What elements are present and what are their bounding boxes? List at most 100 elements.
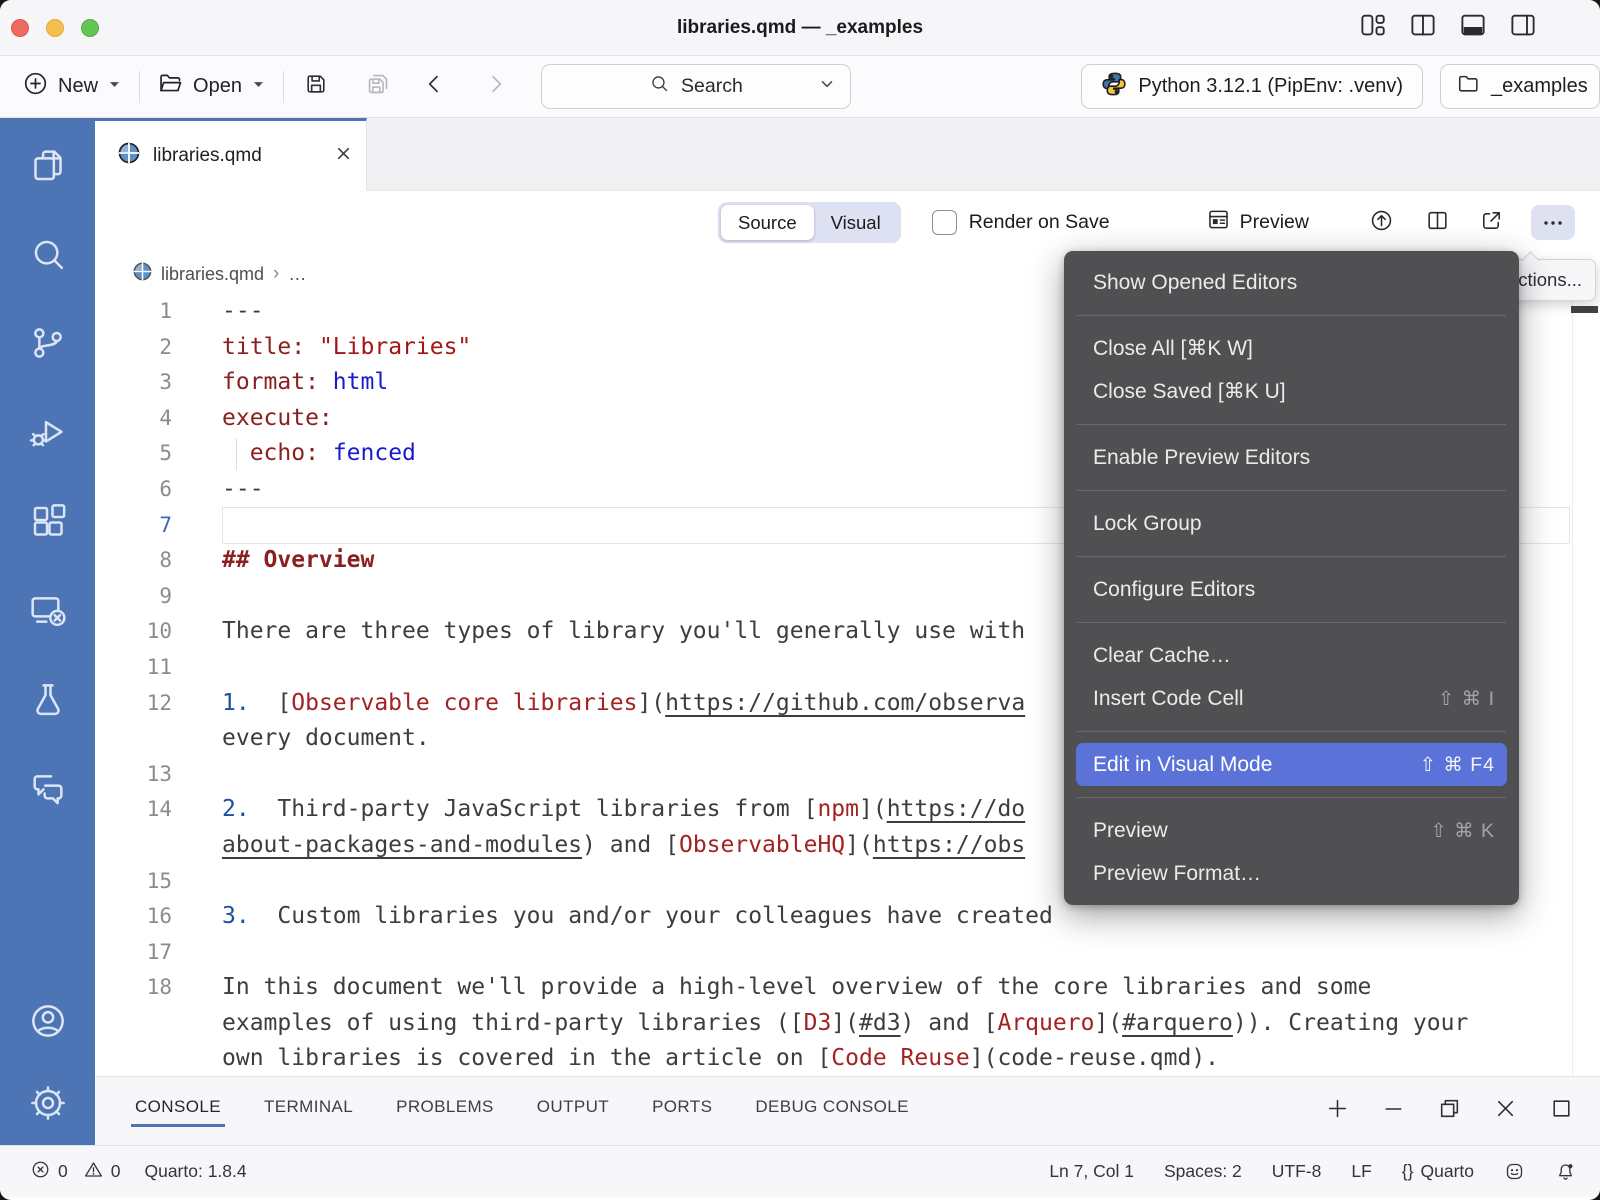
panel-add-icon[interactable] xyxy=(1325,1096,1350,1126)
panel-minimize-icon[interactable] xyxy=(1381,1096,1406,1126)
breadcrumb-ellipsis[interactable]: … xyxy=(288,264,306,285)
sidebar-item-settings[interactable] xyxy=(28,1083,68,1123)
panel-tab-problems[interactable]: PROBLEMS xyxy=(394,1091,496,1131)
save-all-icon[interactable] xyxy=(365,71,391,102)
more-actions-button[interactable] xyxy=(1531,205,1575,240)
global-search-box[interactable]: Search xyxy=(541,64,851,109)
customize-layout-icon[interactable] xyxy=(1358,10,1388,45)
minimize-window-button[interactable] xyxy=(46,19,64,37)
panel-tab-console[interactable]: CONSOLE xyxy=(133,1091,223,1131)
sidebar-item-remote-explorer[interactable] xyxy=(28,590,68,630)
menu-item-lock-group[interactable]: Lock Group xyxy=(1064,502,1519,545)
sidebar-item-testing[interactable] xyxy=(28,679,68,719)
code-line-18[interactable]: 18In this document we'll provide a high-… xyxy=(95,970,1600,1006)
line-number: 1 xyxy=(95,294,222,330)
indentation-status[interactable]: Spaces: 2 xyxy=(1164,1161,1242,1182)
feedback-smiley-icon[interactable] xyxy=(1504,1161,1525,1182)
toggle-panel-icon[interactable] xyxy=(1458,10,1488,45)
code-line-wrap[interactable]: own libraries is covered in the article … xyxy=(95,1041,1600,1076)
panel-tab-output[interactable]: OUTPUT xyxy=(535,1091,611,1131)
menu-item-insert-code-cell[interactable]: Insert Code Cell⇧ ⌘ I xyxy=(1064,677,1519,720)
open-button[interactable]: Open xyxy=(157,70,266,103)
workspace-folder-button[interactable]: _examples xyxy=(1440,64,1600,109)
sidebar-item-extensions[interactable] xyxy=(28,501,68,541)
git-branch-icon xyxy=(28,323,68,363)
code-line-17[interactable]: 17 xyxy=(95,935,1600,971)
visual-mode-button[interactable]: Visual xyxy=(814,205,898,240)
panel-restore-icon[interactable] xyxy=(1437,1096,1462,1126)
line-number xyxy=(95,828,222,864)
code-line-wrap[interactable]: examples of using third-party libraries … xyxy=(95,1006,1600,1042)
code-text: 1. [Observable core libraries](https://g… xyxy=(222,686,1025,722)
indent-guide xyxy=(236,438,237,470)
quarto-version-status[interactable]: Quarto: 1.8.4 xyxy=(144,1161,246,1182)
breadcrumb-file[interactable]: libraries.qmd xyxy=(161,264,264,285)
new-button[interactable]: New xyxy=(22,70,122,103)
zoom-window-button[interactable] xyxy=(81,19,99,37)
menu-item-preview[interactable]: Preview ⇧ ⌘ K xyxy=(1064,809,1519,852)
panel-tab-debug-console[interactable]: DEBUG CONSOLE xyxy=(753,1091,911,1131)
language-mode-status[interactable]: {} Quarto xyxy=(1402,1161,1474,1182)
tab-libraries-qmd[interactable]: libraries.qmd xyxy=(95,118,367,191)
line-number: 13 xyxy=(95,757,222,793)
panel-tab-terminal[interactable]: TERMINAL xyxy=(262,1091,355,1131)
menu-item-clear-cache[interactable]: Clear Cache… xyxy=(1064,634,1519,677)
split-editor-layout-icon[interactable] xyxy=(1408,10,1438,45)
panel-close-icon[interactable] xyxy=(1493,1096,1518,1126)
code-text: format: html xyxy=(222,365,388,401)
sidebar-item-run-debug[interactable] xyxy=(28,412,68,452)
line-number: 8 xyxy=(95,543,222,579)
close-tab-icon[interactable] xyxy=(335,145,352,168)
line-number: 15 xyxy=(95,864,222,900)
preview-button[interactable]: Preview xyxy=(1206,207,1309,238)
menu-item-enable-preview-editors[interactable]: Enable Preview Editors xyxy=(1064,436,1519,479)
navigate-forward-icon[interactable] xyxy=(483,71,509,102)
sidebar-item-accounts[interactable] xyxy=(28,1001,68,1041)
chevron-down-icon xyxy=(819,75,835,98)
panel-maximize-icon[interactable] xyxy=(1549,1096,1574,1126)
source-mode-button[interactable]: Source xyxy=(721,205,814,240)
menu-item-edit-in-visual-mode[interactable]: Edit in Visual Mode⇧ ⌘ F4 xyxy=(1076,743,1507,786)
cursor-position-status[interactable]: Ln 7, Col 1 xyxy=(1049,1161,1134,1182)
menu-item-preview-format[interactable]: Preview Format… xyxy=(1064,852,1519,895)
notifications-bell-icon[interactable] xyxy=(1555,1161,1576,1182)
toggle-secondary-sidebar-icon[interactable] xyxy=(1508,10,1538,45)
problems-status[interactable]: 0 0 xyxy=(30,1159,120,1185)
braces-icon: {} xyxy=(1402,1161,1414,1182)
navigate-back-icon[interactable] xyxy=(421,71,447,102)
open-external-icon[interactable] xyxy=(1479,208,1504,238)
error-count: 0 xyxy=(58,1161,68,1182)
sidebar-item-source-control[interactable] xyxy=(28,323,68,363)
code-text: In this document we'll provide a high-le… xyxy=(222,970,1371,1006)
render-on-save-checkbox[interactable] xyxy=(932,210,957,235)
eol-status[interactable]: LF xyxy=(1351,1161,1371,1182)
publish-icon[interactable] xyxy=(1369,208,1394,238)
encoding-status[interactable]: UTF-8 xyxy=(1272,1161,1322,1182)
account-icon xyxy=(28,1001,68,1041)
sidebar-item-search[interactable] xyxy=(28,234,68,274)
chat-icon xyxy=(28,768,68,808)
menu-item-close-all-k-w[interactable]: Close All [⌘K W] xyxy=(1064,327,1519,370)
panel-tab-ports[interactable]: PORTS xyxy=(650,1091,714,1131)
sidebar-item-explorer[interactable] xyxy=(28,145,68,185)
code-text: echo: fenced xyxy=(222,436,416,472)
menu-item-close-saved-k-u[interactable]: Close Saved [⌘K U] xyxy=(1064,370,1519,413)
close-window-button[interactable] xyxy=(11,19,29,37)
interpreter-selector[interactable]: Python 3.12.1 (PipEnv: .venv) xyxy=(1081,64,1423,109)
save-icon[interactable] xyxy=(303,71,329,102)
menu-item-configure-editors[interactable]: Configure Editors xyxy=(1064,568,1519,611)
mode-toggle: Source Visual xyxy=(718,202,901,243)
code-text: 3. Custom libraries you and/or your coll… xyxy=(222,899,1053,935)
menu-item-shortcut: ⇧ ⌘ K xyxy=(1430,819,1495,843)
menu-item-show-opened-editors[interactable]: Show Opened Editors xyxy=(1064,261,1519,304)
language-label: Quarto xyxy=(1421,1161,1475,1182)
sidebar-item-chat[interactable] xyxy=(28,768,68,808)
split-editor-icon[interactable] xyxy=(1425,208,1450,238)
title-bar: libraries.qmd — _examples xyxy=(0,0,1600,56)
panel-bar: CONSOLE TERMINAL PROBLEMS OUTPUT PORTS DEBUG … xyxy=(95,1076,1600,1145)
code-text: title: "Libraries" xyxy=(222,330,471,366)
menu-separator xyxy=(1077,315,1506,316)
search-icon xyxy=(649,73,670,100)
workspace-label: _examples xyxy=(1491,75,1588,98)
menu-item-label: Preview xyxy=(1093,819,1168,843)
